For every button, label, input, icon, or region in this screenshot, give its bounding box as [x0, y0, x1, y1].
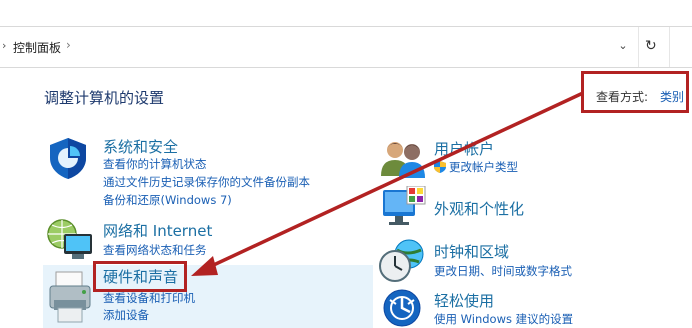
address-bar[interactable]: › 控制面板 › ⌄ ↻ — [0, 26, 692, 68]
link-backup-restore[interactable]: 备份和还原(Windows 7) — [103, 192, 232, 208]
ease-of-access-icon[interactable] — [382, 288, 422, 328]
link-view-computer-status[interactable]: 查看你的计算机状态 — [103, 156, 207, 172]
category-ease-of-access-title[interactable]: 轻松使用 — [434, 290, 494, 311]
monitor-palette-icon[interactable] — [381, 186, 427, 230]
link-file-history-backup[interactable]: 通过文件历史记录保存你的文件备份副本 — [103, 174, 310, 190]
category-clock-region-title[interactable]: 时钟和区域 — [434, 241, 509, 262]
breadcrumb-control-panel[interactable]: 控制面板 — [13, 39, 61, 56]
page-title: 调整计算机的设置 — [44, 89, 165, 107]
link-change-account-type[interactable]: 更改帐户类型 — [449, 159, 518, 175]
link-view-devices-printers[interactable]: 查看设备和打印机 — [103, 290, 195, 306]
category-appearance-title[interactable]: 外观和个性化 — [434, 198, 524, 219]
address-dropdown-icon[interactable]: ⌄ — [612, 35, 634, 57]
category-system-security-title[interactable]: 系统和安全 — [103, 136, 178, 157]
shield-icon[interactable] — [46, 136, 90, 180]
uac-shield-icon — [434, 161, 446, 173]
clock-globe-icon[interactable] — [377, 238, 427, 284]
view-by-dropdown[interactable]: 类别 — [660, 88, 684, 105]
link-windows-recommended-settings[interactable]: 使用 Windows 建议的设置 — [434, 311, 573, 327]
category-hardware-sound-title[interactable]: 硬件和声音 — [103, 266, 178, 287]
category-user-accounts-title[interactable]: 用户帐户 — [434, 138, 494, 159]
link-change-date-time-format[interactable]: 更改日期、时间或数字格式 — [434, 263, 572, 279]
breadcrumb-separator-icon[interactable]: › — [66, 38, 71, 52]
view-by-label: 查看方式: — [596, 90, 649, 104]
network-globe-icon[interactable] — [44, 216, 96, 262]
users-icon[interactable] — [379, 138, 429, 178]
printer-icon[interactable] — [46, 270, 96, 328]
refresh-icon[interactable]: ↻ — [645, 38, 657, 54]
link-add-device[interactable]: 添加设备 — [103, 307, 149, 323]
category-network-title[interactable]: 网络和 Internet — [103, 220, 212, 241]
breadcrumb-chevron-icon[interactable]: › — [2, 39, 6, 52]
link-view-network-status[interactable]: 查看网络状态和任务 — [103, 242, 207, 258]
